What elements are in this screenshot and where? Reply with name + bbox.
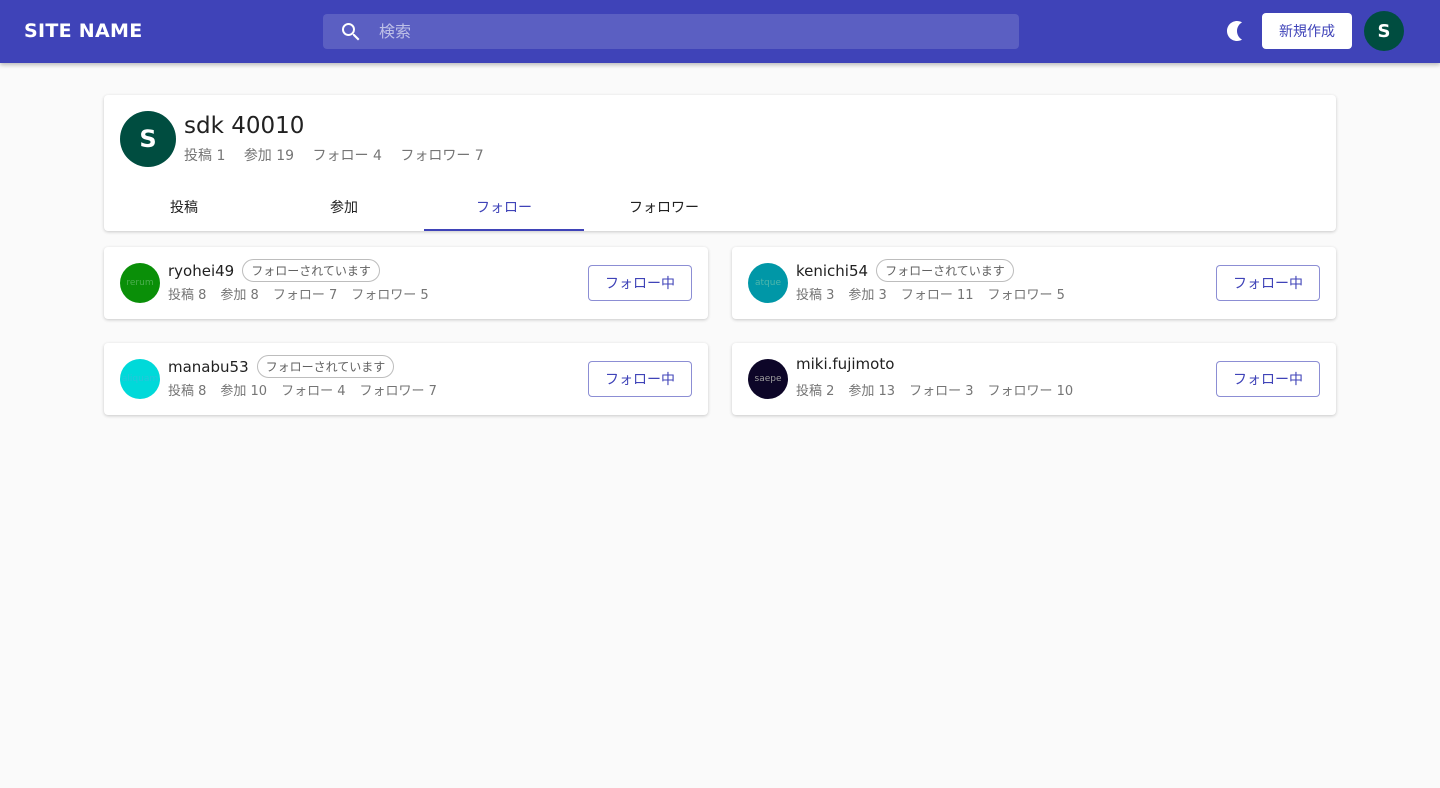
user-card: aliquam manabu53 フォローされています投稿 8 参加 10 フォロー 4… — [104, 343, 708, 415]
user-avatar[interactable]: aliquam — [120, 359, 160, 399]
user-card: atque kenichi54 フォローされています投稿 3 参加 3 フォロー 11 フ… — [732, 247, 1336, 319]
account-avatar[interactable]: S — [1364, 11, 1404, 51]
user-follows-count: フォロー 7 — [272, 288, 338, 303]
user-card: saepe miki.fujimoto 投稿 2 参加 13 フォロー 3 フォロワー 1… — [732, 343, 1336, 415]
user-follows-count: フォロー 3 — [909, 384, 974, 399]
app-bar: SITE NAME 新規作成 S — [0, 0, 1440, 63]
user-posts-count: 投稿 3 — [796, 288, 835, 303]
user-stats: 投稿 8 参加 8 フォロー 7 フォロワー 5 — [168, 284, 443, 303]
tab-indicator — [424, 229, 584, 231]
user-avatar[interactable]: atque — [748, 263, 788, 303]
user-posts-count: 投稿 8 — [168, 288, 207, 303]
user-followers-count: フォロワー 5 — [987, 288, 1065, 303]
user-joins-count: 参加 10 — [220, 384, 268, 399]
user-followers-count: フォロワー 10 — [987, 384, 1074, 399]
profile-posts-count: 投稿 1 — [184, 148, 226, 164]
search-icon — [342, 23, 360, 41]
user-follows-count: フォロー 11 — [900, 288, 974, 303]
profile-card: S sdk 40010 投稿 1 参加 19 フォロー 4 フォロワー 7 投稿… — [104, 95, 1336, 231]
user-name[interactable]: manabu53 — [168, 358, 249, 376]
user-stats: 投稿 2 参加 13 フォロー 3 フォロワー 10 — [796, 380, 1087, 399]
user-avatar-text: atque — [755, 278, 781, 288]
user-posts-count: 投稿 2 — [796, 384, 835, 399]
profile-joins-count: 参加 19 — [243, 148, 295, 164]
user-avatar-text: rerum — [126, 278, 154, 288]
profile-follows-count: フォロー 4 — [312, 148, 382, 164]
profile-name: sdk 40010 — [184, 113, 305, 139]
followed-badge: フォローされています — [256, 355, 395, 378]
user-posts-count: 投稿 8 — [168, 384, 207, 399]
dark-mode-toggle-icon[interactable] — [1226, 19, 1250, 43]
user-avatar-text: aliquam — [121, 374, 159, 384]
followed-badge: フォローされています — [242, 259, 380, 282]
following-button[interactable]: フォロー中 — [588, 361, 692, 397]
profile-tabs: 投稿 参加 フォロー フォロワー — [104, 183, 744, 231]
user-card: rerum ryohei49 フォローされています投稿 8 参加 8 フォロー 7 フォロ… — [104, 247, 708, 319]
create-new-button[interactable]: 新規作成 — [1262, 13, 1352, 49]
site-name[interactable]: SITE NAME — [24, 20, 143, 42]
user-name[interactable]: ryohei49 — [168, 262, 234, 280]
profile-followers-count: フォロワー 7 — [400, 148, 484, 164]
tab-followers[interactable]: フォロワー — [584, 183, 744, 231]
user-joins-count: 参加 13 — [848, 384, 896, 399]
search-input[interactable] — [379, 14, 999, 49]
following-button[interactable]: フォロー中 — [1216, 265, 1320, 301]
user-name[interactable]: kenichi54 — [796, 262, 868, 280]
following-button[interactable]: フォロー中 — [588, 265, 692, 301]
user-stats: 投稿 3 参加 3 フォロー 11 フォロワー 5 — [796, 284, 1079, 303]
following-button[interactable]: フォロー中 — [1216, 361, 1320, 397]
user-stats: 投稿 8 参加 10 フォロー 4 フォロワー 7 — [168, 380, 451, 399]
profile-avatar: S — [120, 111, 176, 167]
search-box[interactable] — [323, 14, 1019, 49]
tab-posts[interactable]: 投稿 — [104, 183, 264, 231]
user-joins-count: 参加 3 — [848, 288, 887, 303]
tab-follows[interactable]: フォロー — [424, 183, 584, 231]
user-followers-count: フォロワー 7 — [359, 384, 437, 399]
user-name[interactable]: miki.fujimoto — [796, 355, 894, 373]
user-followers-count: フォロワー 5 — [351, 288, 429, 303]
user-avatar[interactable]: rerum — [120, 263, 160, 303]
tab-joins[interactable]: 参加 — [264, 183, 424, 231]
user-avatar[interactable]: saepe — [748, 359, 788, 399]
user-joins-count: 参加 8 — [220, 288, 259, 303]
user-follows-count: フォロー 4 — [281, 384, 346, 399]
profile-stats: 投稿 1 参加 19 フォロー 4 フォロワー 7 — [184, 145, 498, 165]
followed-badge: フォローされています — [876, 259, 1014, 282]
user-avatar-text: saepe — [754, 374, 782, 384]
